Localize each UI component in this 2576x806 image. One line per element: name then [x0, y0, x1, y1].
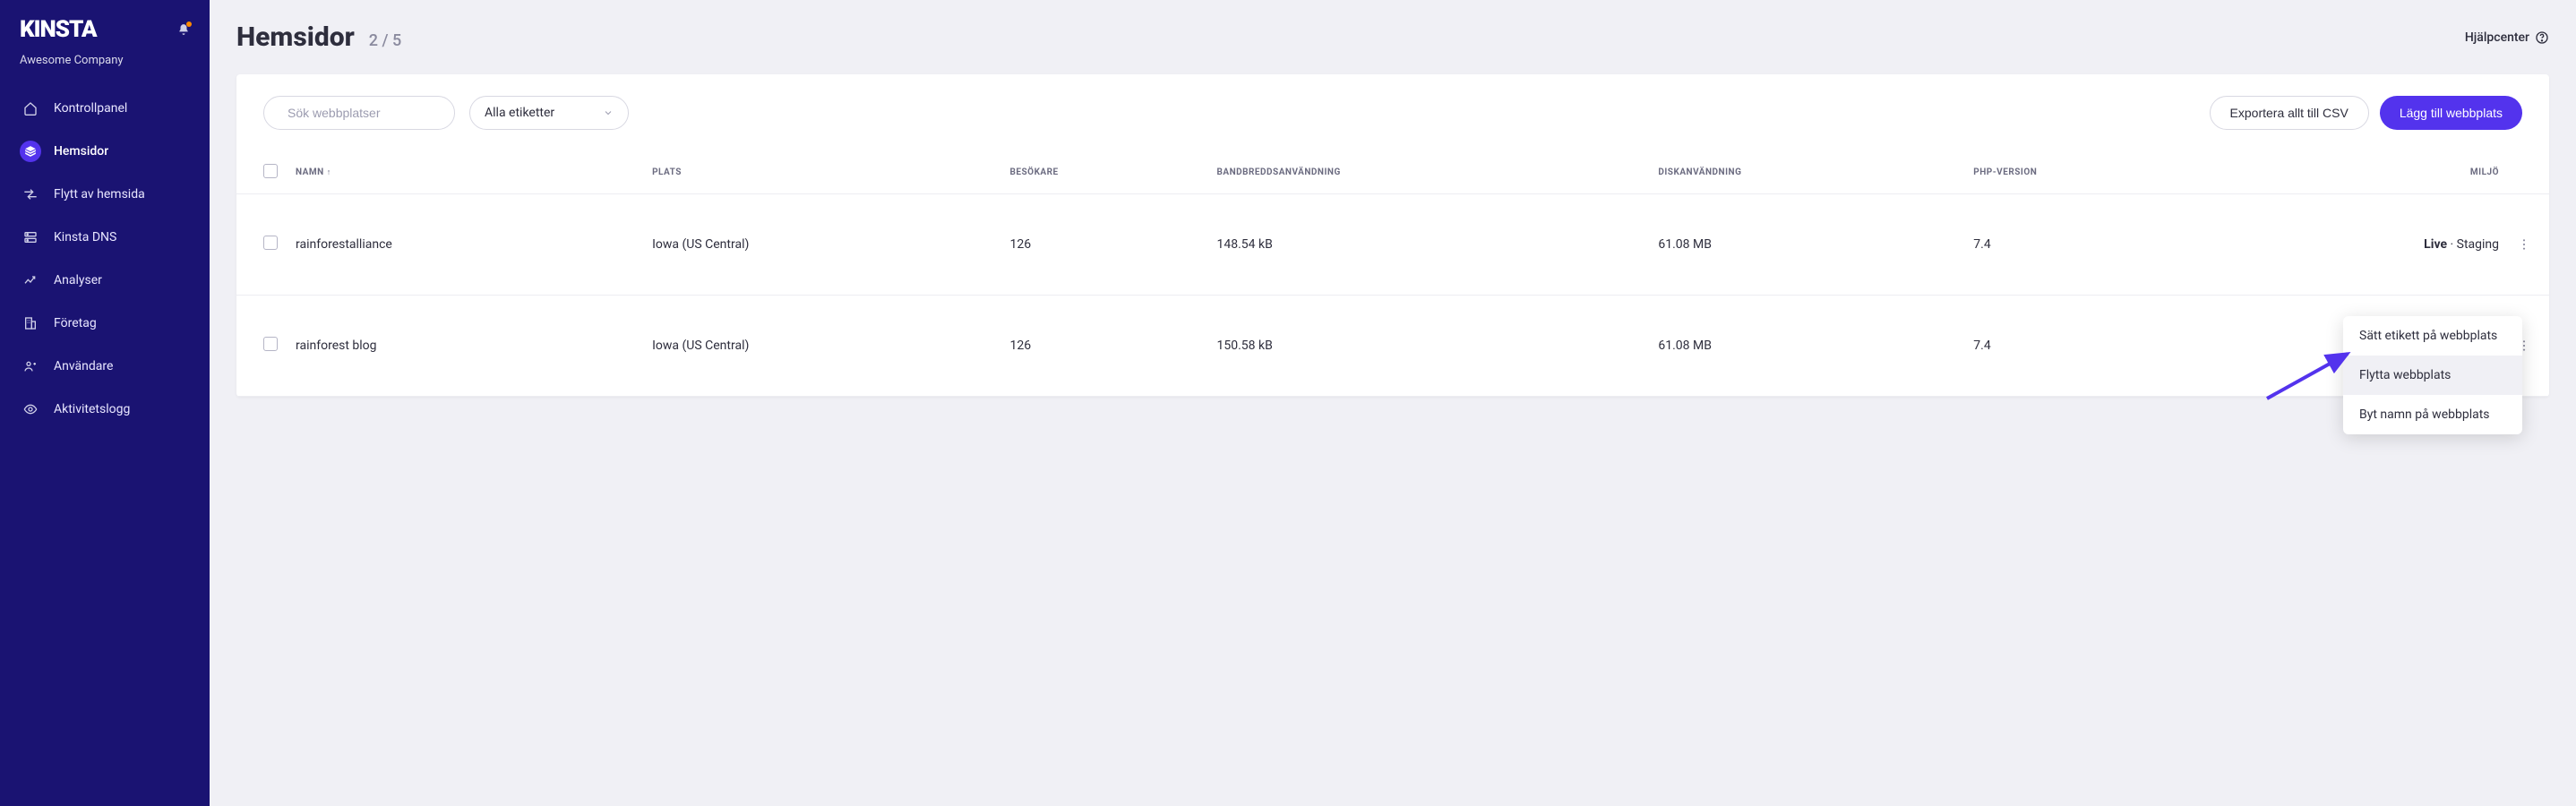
search-input[interactable] [288, 106, 450, 120]
page-title: Hemsidor [236, 21, 355, 53]
sidebar-item-migration[interactable]: Flytt av hemsida [9, 175, 201, 214]
dns-icon [23, 230, 38, 244]
col-visitors[interactable]: BESÖKARE [1001, 151, 1208, 194]
cell-env: Live · Staging [2219, 194, 2508, 296]
select-all-checkbox[interactable] [263, 164, 278, 178]
analytics-icon [23, 273, 38, 287]
company-icon [23, 316, 38, 330]
export-csv-button[interactable]: Exportera allt till CSV [2210, 96, 2369, 130]
col-env[interactable]: MILJÖ [2219, 151, 2508, 194]
cell-disk: 61.08 MB [1649, 194, 1964, 296]
cell-visitors: 126 [1001, 194, 1208, 296]
company-name: Awesome Company [0, 54, 210, 89]
cell-disk: 61.08 MB [1649, 296, 1964, 397]
row-actions-menu: Sätt etikett på webbplats Flytta webbpla… [2343, 316, 2522, 434]
migrate-icon [23, 187, 38, 202]
sidebar-item-label: Företag [54, 316, 97, 330]
sidebar-item-users[interactable]: Användare [9, 347, 201, 386]
sidebar-item-label: Flytt av hemsida [54, 187, 145, 202]
sidebar-item-activity[interactable]: Aktivitetslogg [9, 390, 201, 429]
page-count: 2 / 5 [369, 31, 401, 50]
cell-php: 7.4 [1964, 296, 2218, 397]
tags-filter-label: Alla etiketter [485, 106, 554, 120]
more-vertical-icon [2517, 237, 2531, 252]
sidebar-item-label: Aktivitetslogg [54, 402, 130, 416]
cell-location: Iowa (US Central) [643, 296, 1000, 397]
sidebar-item-label: Användare [54, 359, 113, 373]
cell-name: rainforestalliance [287, 194, 643, 296]
cell-php: 7.4 [1964, 194, 2218, 296]
help-center-label: Hjälpcenter [2465, 30, 2529, 45]
sidebar-item-analytics[interactable]: Analyser [9, 261, 201, 300]
users-icon [23, 359, 38, 373]
col-location[interactable]: PLATS [643, 151, 1000, 194]
table-row[interactable]: rainforest blog Iowa (US Central) 126 15… [236, 296, 2549, 397]
sort-asc-icon: ↑ [327, 168, 331, 177]
cell-bandwidth: 150.58 kB [1207, 296, 1649, 397]
layers-icon [24, 145, 37, 158]
cell-name: rainforest blog [287, 296, 643, 397]
sidebar-nav: Kontrollpanel Hemsidor Flytt av hemsida … [0, 89, 210, 429]
notifications-bell[interactable] [177, 23, 190, 36]
notification-dot [186, 21, 192, 27]
menu-item-move-site[interactable]: Flytta webbplats [2343, 356, 2522, 395]
sidebar-item-label: Kontrollpanel [54, 101, 127, 116]
table-row[interactable]: rainforestalliance Iowa (US Central) 126… [236, 194, 2549, 296]
row-checkbox[interactable] [263, 337, 278, 351]
sidebar-item-label: Hemsidor [54, 144, 108, 159]
col-php[interactable]: PHP-VERSION [1964, 151, 2218, 194]
sidebar-item-dns[interactable]: Kinsta DNS [9, 218, 201, 257]
col-name[interactable]: NAMN↑ [287, 151, 643, 194]
home-icon [23, 101, 38, 116]
col-disk[interactable]: DISKANVÄNDNING [1649, 151, 1964, 194]
sidebar-item-dashboard[interactable]: Kontrollpanel [9, 89, 201, 128]
sites-table: NAMN↑ PLATS BESÖKARE BANDBREDDSANVÄNDNIN… [236, 151, 2549, 397]
eye-icon [23, 402, 38, 416]
cell-location: Iowa (US Central) [643, 194, 1000, 296]
sidebar: KINSTA Awesome Company Kontrollpanel Hem… [0, 0, 210, 806]
cell-visitors: 126 [1001, 296, 1208, 397]
chevron-down-icon [603, 107, 614, 118]
col-bandwidth[interactable]: BANDBREDDSANVÄNDNING [1207, 151, 1649, 194]
sites-card: Alla etiketter Exportera allt till CSV L… [236, 74, 2549, 397]
row-checkbox[interactable] [263, 236, 278, 250]
main-content: Hemsidor 2 / 5 Hjälpcenter Alla etikette… [210, 0, 2576, 806]
sidebar-item-sites[interactable]: Hemsidor [9, 132, 201, 171]
tags-filter-select[interactable]: Alla etiketter [469, 96, 629, 130]
add-site-button[interactable]: Lägg till webbplats [2380, 96, 2522, 130]
brand-logo: KINSTA [20, 16, 97, 43]
search-input-wrapper[interactable] [263, 96, 455, 130]
menu-item-rename-site[interactable]: Byt namn på webbplats [2343, 395, 2522, 434]
sidebar-item-label: Analyser [54, 273, 102, 287]
cell-bandwidth: 148.54 kB [1207, 194, 1649, 296]
help-center-link[interactable]: Hjälpcenter [2465, 30, 2549, 45]
sidebar-item-label: Kinsta DNS [54, 230, 116, 244]
menu-item-set-label[interactable]: Sätt etikett på webbplats [2343, 316, 2522, 356]
sidebar-item-company[interactable]: Företag [9, 304, 201, 343]
help-icon [2535, 30, 2549, 45]
row-more-button[interactable] [2517, 219, 2531, 270]
